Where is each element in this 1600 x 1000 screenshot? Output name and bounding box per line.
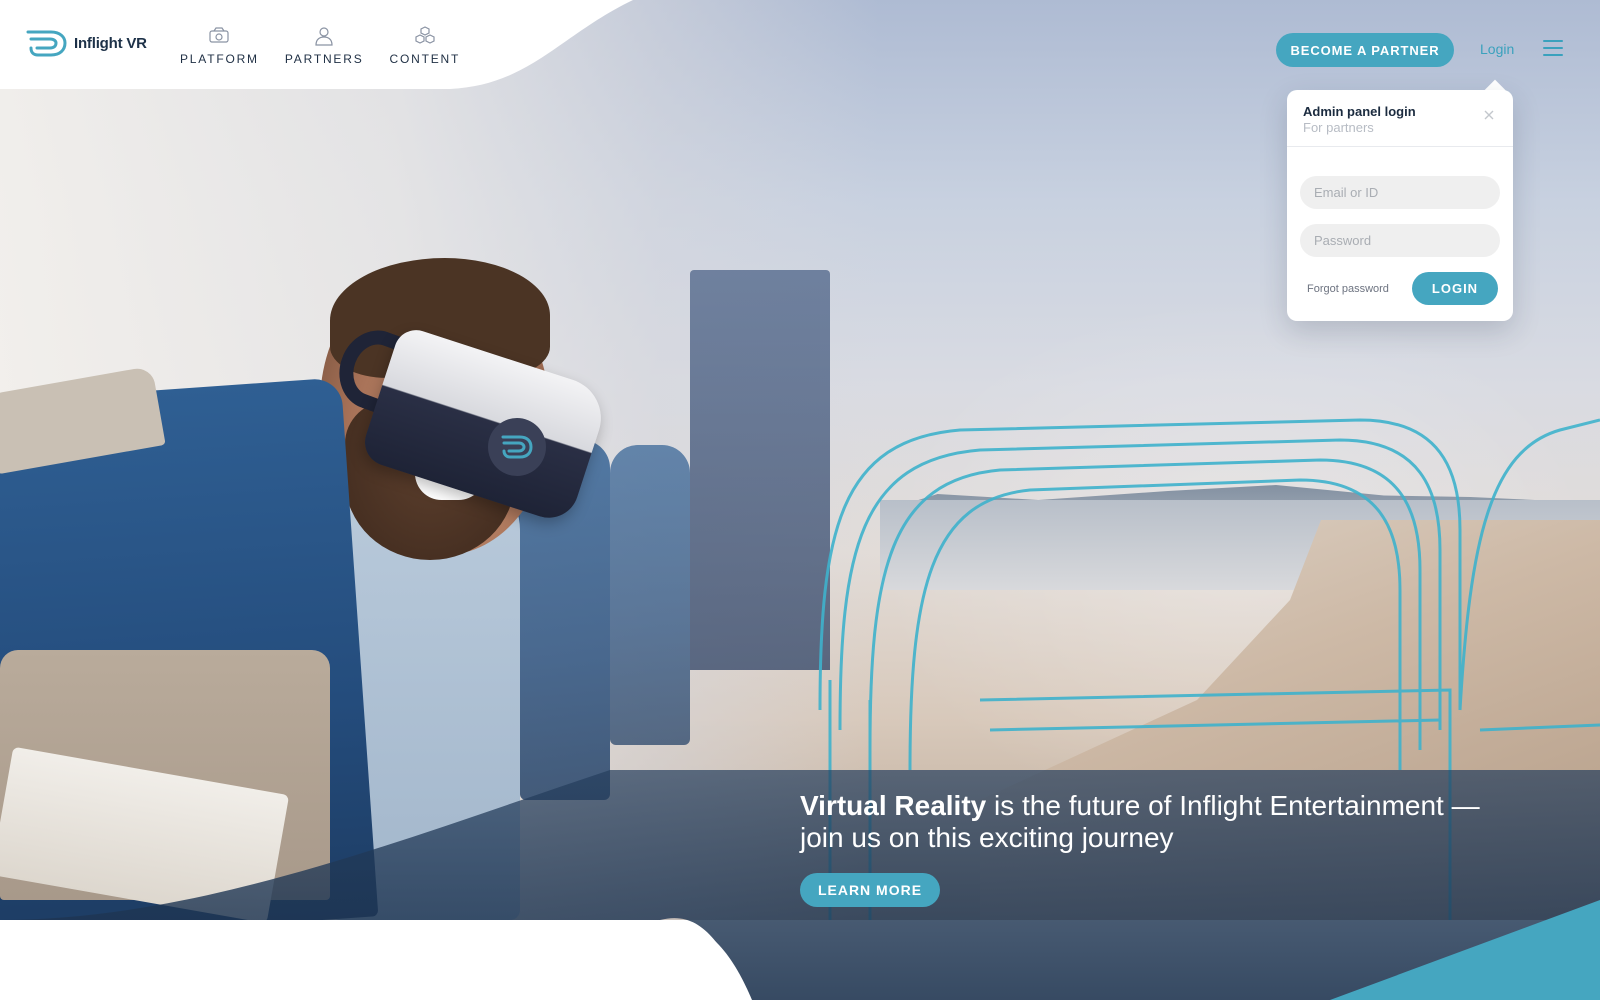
content-icon <box>413 26 437 46</box>
nav-label-platform: PLATFORM <box>180 52 259 66</box>
nav-label-partners: PARTNERS <box>284 52 364 66</box>
nav-label-content: CONTENT <box>389 52 461 66</box>
brand-logo[interactable]: Inflight VR <box>26 28 147 58</box>
nav-item-platform[interactable]: PLATFORM <box>180 26 259 66</box>
password-field[interactable] <box>1300 224 1500 257</box>
hamburger-menu-icon[interactable] <box>1543 40 1563 56</box>
vr-headset-logo-icon <box>488 418 546 476</box>
tagline-highlight: Virtual Reality <box>800 790 987 821</box>
learn-more-button[interactable]: LEARN MORE <box>800 873 940 907</box>
nav-item-partners[interactable]: PARTNERS <box>285 26 364 66</box>
partners-icon <box>312 26 336 46</box>
airplane-seat <box>610 445 690 745</box>
login-button[interactable]: LOGIN <box>1412 272 1498 305</box>
inflight-vr-logo-icon <box>26 30 67 57</box>
login-link[interactable]: Login <box>1480 41 1514 57</box>
brand-name: Inflight VR <box>74 34 147 52</box>
nav-item-content[interactable]: CONTENT <box>390 26 461 66</box>
close-icon[interactable] <box>1483 108 1495 120</box>
become-partner-button[interactable]: BECOME A PARTNER <box>1276 33 1454 67</box>
main-nav: PLATFORM PARTNERS CONTENT <box>180 26 460 66</box>
popover-title: Admin panel login <box>1303 104 1416 119</box>
forgot-password-link[interactable]: Forgot password <box>1307 283 1389 295</box>
hero-tagline: Virtual Reality is the future of Infligh… <box>800 790 1480 854</box>
popover-subtitle: For partners <box>1303 120 1374 135</box>
platform-icon <box>207 26 231 46</box>
admin-login-popover: Admin panel login For partners Forgot pa… <box>1287 90 1513 321</box>
email-field[interactable] <box>1300 176 1500 209</box>
popover-divider <box>1287 146 1513 147</box>
bottom-white-curve <box>0 920 760 1000</box>
